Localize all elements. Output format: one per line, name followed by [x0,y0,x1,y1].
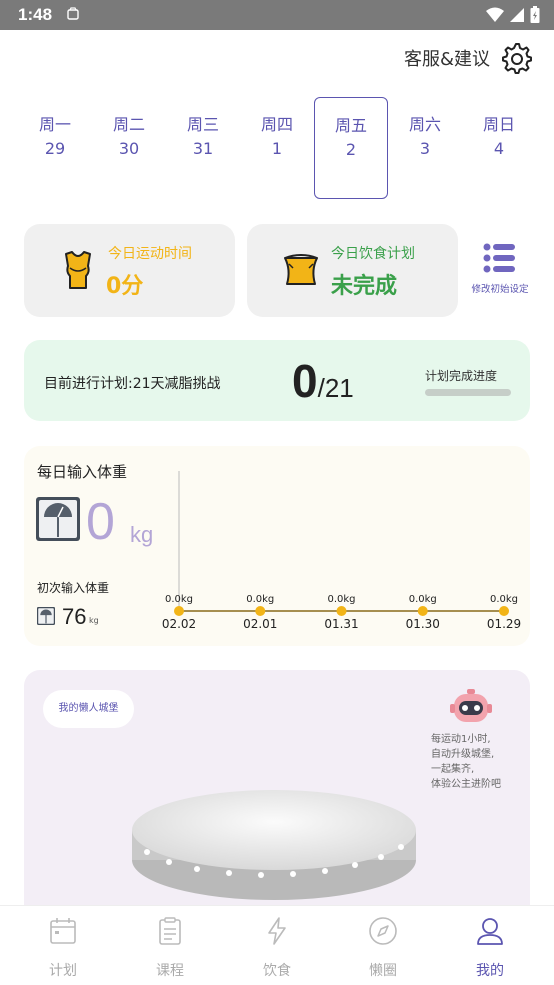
week-selector: 周一 29 周二 30 周三 31 周四 1 周五 2 周六 3 周日 4 [18,97,536,199]
chart-data-label: 0.0kg [327,594,355,605]
chart-data-label: 0.0kg [165,594,193,605]
day-tue[interactable]: 周二 30 [92,97,166,199]
castle-hint-line: 每运动1小时, [431,734,491,745]
clipboard-icon [159,917,181,945]
tab-circle[interactable]: 懒圈 [328,906,438,985]
castle-hint-line: 一起集齐, [431,764,475,775]
chart-point [336,606,347,616]
app-notification-icon [67,7,79,20]
plan-progress-bar [425,389,511,396]
day-name: 周二 [112,115,145,134]
castle-pill[interactable]: 我的懒人城堡 [43,690,134,728]
wifi-icon [486,7,504,22]
chart-tick-label: 01.31 [324,617,358,631]
chart-point [417,606,428,616]
diet-value: 未完成 [331,274,398,299]
weight-chart: 0.0kg 02.02 0.0kg 02.01 0.0kg 01.31 0.0kg 01.30… [162,471,521,631]
chart-data-label: 0.0kg [409,594,437,605]
support-button[interactable]: 客服&建议 [404,40,532,76]
day-mon[interactable]: 周一 29 [18,97,92,199]
sports-top-icon [65,251,91,289]
diet-card[interactable]: 今日饮食计划 未完成 [247,224,458,317]
tab-course[interactable]: 课程 [115,906,225,985]
tab-diet[interactable]: 饮食 [222,906,332,985]
status-time: 1:48 [18,5,53,24]
plan-card[interactable]: 目前进行计划:21天减脂挑战 0/21 计划完成进度 [24,340,530,421]
waist-icon [284,254,318,285]
chart-point [174,606,184,616]
castle-card[interactable]: 我的懒人城堡 每运动1小时, 自动升级城堡, 一起集齐, 体验公主进阶吧 [24,670,530,910]
status-bar: 1:48 [0,0,554,30]
day-date: 31 [192,139,214,158]
tab-label: 计划 [49,963,77,979]
gear-icon[interactable] [500,42,532,74]
castle-hint-line: 体验公主进阶吧 [431,779,501,790]
lightning-icon [268,917,286,945]
castle-platform-image [132,790,416,900]
day-name: 周日 [482,115,515,134]
chart-tick-label: 01.29 [487,617,521,631]
chart-tick-label: 02.02 [162,617,196,631]
exercise-title: 今日运动时间 [108,246,192,262]
tab-bar: 计划 课程 饮食 懒圈 我的 [0,905,554,984]
robot-icon [450,689,492,722]
calendar-icon [50,918,76,944]
day-fri-selected[interactable]: 周五 2 [314,97,388,199]
weight-card[interactable]: 每日输入体重 0 kg 初次输入体重 76 kg 0.0kg 02.02 0.0kg… [24,446,530,646]
day-date: 3 [419,139,431,158]
tab-label: 懒圈 [369,963,397,979]
day-name: 周六 [408,115,441,134]
tab-label: 课程 [156,963,184,979]
day-date: 2 [345,140,357,159]
modify-settings-label: 修改初始设定 [471,284,529,295]
day-name: 周五 [334,116,367,135]
exercise-card[interactable]: 今日运动时间 0分 [24,224,235,317]
day-date: 4 [493,139,505,158]
day-wed[interactable]: 周三 31 [166,97,240,199]
castle-hint: 每运动1小时, 自动升级城堡, 一起集齐, 体验公主进阶吧 [431,732,501,792]
day-name: 周三 [186,115,219,134]
diet-title: 今日饮食计划 [331,246,415,262]
tab-plan[interactable]: 计划 [8,906,118,985]
plan-progress-label: 计划完成进度 [425,369,498,383]
tab-mine[interactable]: 我的 [435,906,545,985]
plan-total: /21 [317,373,354,403]
castle-hint-line: 自动升级城堡, [431,749,495,760]
day-date: 29 [44,139,66,158]
chart-data-label: 0.0kg [246,594,274,605]
day-date: 30 [118,139,140,158]
person-icon [477,918,503,945]
chart-data-label: 0.0kg [490,594,518,605]
list-icon [483,243,515,273]
battery-icon [530,6,540,23]
support-label: 客服&建议 [403,49,490,70]
day-thu[interactable]: 周四 1 [240,97,314,199]
compass-icon [369,917,397,945]
chart-point [499,606,509,616]
signal-icon [510,8,524,22]
status-icons [486,6,540,24]
tab-label: 我的 [476,963,504,979]
modify-settings-button[interactable]: 修改初始设定 [467,243,533,295]
day-date: 1 [271,139,283,158]
day-sat[interactable]: 周六 3 [388,97,462,199]
exercise-value: 0分 [106,274,144,299]
chart-point [255,606,266,616]
chart-tick-label: 02.01 [243,617,277,631]
tab-label: 饮食 [263,963,291,979]
chart-tick-label: 01.30 [406,617,440,631]
day-name: 周四 [260,115,293,134]
day-sun[interactable]: 周日 4 [462,97,536,199]
day-name: 周一 [38,115,71,134]
plan-done: 0 [292,355,318,407]
plan-count: 0/21 [292,354,354,408]
current-plan: 目前进行计划:21天减脂挑战 [44,376,221,392]
